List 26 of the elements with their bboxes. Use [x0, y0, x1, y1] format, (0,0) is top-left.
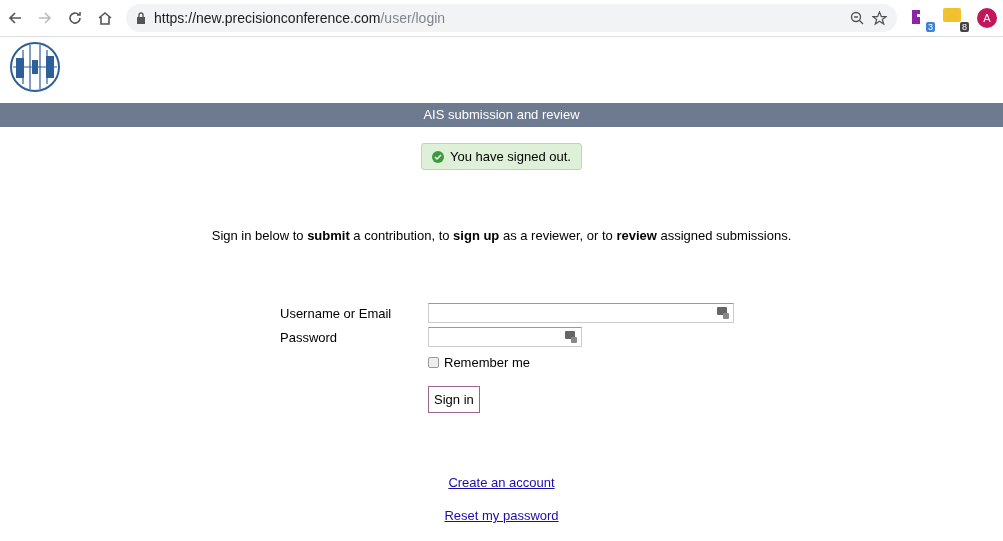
zoom-out-icon[interactable] [850, 11, 864, 25]
account-link[interactable]: Reset my password [444, 508, 559, 523]
lock-icon [136, 12, 146, 24]
home-icon[interactable] [96, 9, 114, 27]
banner-title: AIS submission and review [0, 103, 1003, 127]
star-icon[interactable] [872, 10, 887, 26]
url-text: https://new.precisionconference.com/user/login [154, 10, 447, 26]
checkbox-label: Remember me [444, 355, 530, 370]
reload-icon[interactable] [66, 9, 84, 27]
password-field[interactable] [428, 327, 582, 347]
intro-text: Sign in below to submit a contribution, to sign up as a reviewer, or to review assigned submissions. [210, 228, 793, 243]
globe-logo [8, 40, 62, 94]
extension-badge: 8 [960, 22, 969, 32]
password-manager-icon [565, 331, 577, 343]
alert-text: You have signed out. [450, 149, 571, 164]
password-manager-icon [717, 307, 729, 319]
field-label: Username or Email [280, 305, 393, 323]
profile-avatar[interactable]: A [977, 8, 997, 28]
remember-checkbox[interactable] [428, 357, 439, 368]
extension-badge: 3 [926, 22, 935, 32]
address-bar[interactable]: https://new.precisionconference.com/user/login [126, 4, 897, 32]
account-link[interactable]: Create an account [448, 475, 555, 490]
username-field[interactable] [428, 303, 734, 323]
check-circle-icon [432, 150, 444, 163]
field-label: Password [280, 329, 339, 347]
sign-in-button[interactable]: Sign in [428, 386, 480, 413]
